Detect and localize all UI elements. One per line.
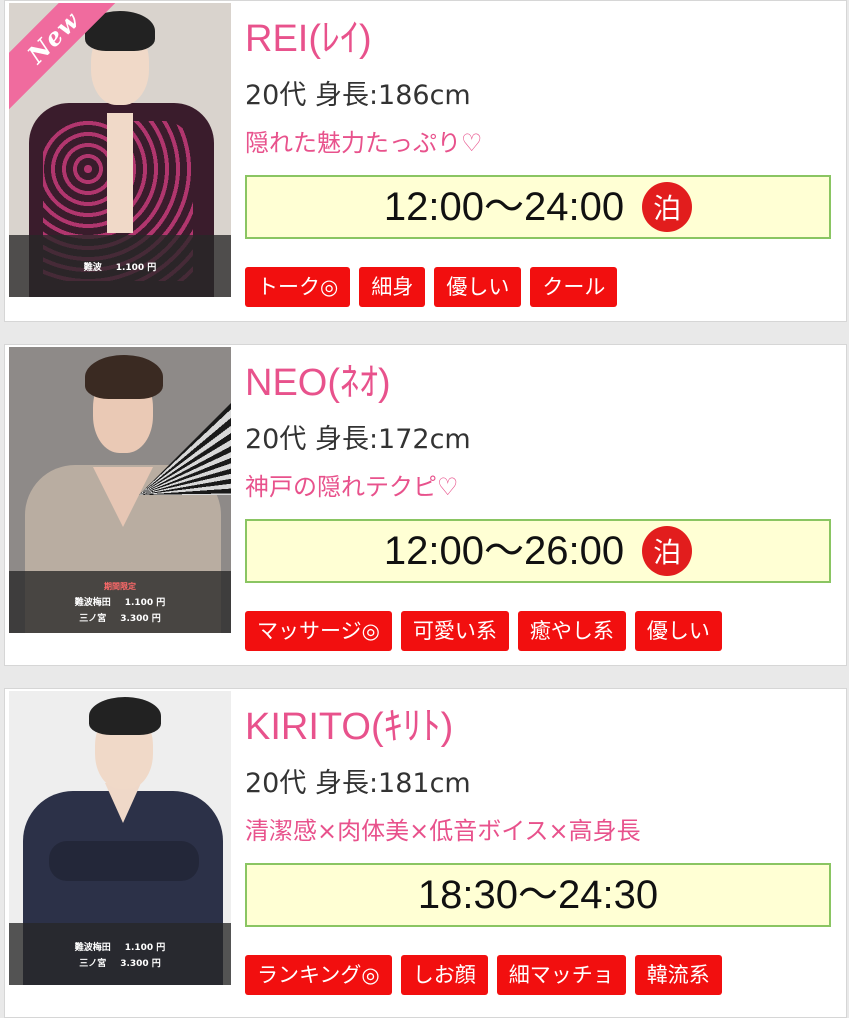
price-overlay: 難波 1.100 円 [9, 235, 231, 297]
tag-list: トーク◎ 細身 優しい クール [245, 267, 618, 307]
tag-list: マッサージ◎ 可愛い系 癒やし系 優しい [245, 611, 722, 651]
price-area: 三ノ宮 [79, 613, 107, 624]
work-hours: 12:00〜24:00 [383, 185, 625, 229]
price-value: 1.100 円 [124, 597, 166, 608]
price-value: 1.100 円 [115, 262, 157, 273]
cast-card[interactable]: 難波梅田 1.100 円 三ノ宮 3.300 円 KIRITO(ｷﾘﾄ) 20代… [4, 688, 847, 1018]
work-hours: 18:30〜24:30 [417, 873, 659, 917]
price-overlay: 難波梅田 1.100 円 三ノ宮 3.300 円 [9, 923, 231, 985]
tag[interactable]: 可愛い系 [400, 611, 509, 651]
tag[interactable]: トーク◎ [245, 267, 351, 307]
cast-card[interactable]: 期間限定 難波梅田 1.100 円 三ノ宮 3.300 円 NEO(ﾈｵ) 20… [4, 344, 847, 666]
cast-catchphrase: 神戸の隠れテクピ♡ [245, 473, 459, 501]
price-area: 難波梅田 [74, 942, 111, 953]
price-value: 3.300 円 [120, 958, 161, 969]
tag[interactable]: 優しい [434, 267, 522, 307]
cast-name[interactable]: KIRITO(ｷﾘﾄ) [245, 705, 453, 749]
price-row: 難波 1.100 円 [84, 260, 157, 273]
price-value: 1.100 円 [124, 942, 166, 953]
tag[interactable]: しお顔 [400, 955, 488, 995]
price-overlay: 期間限定 難波梅田 1.100 円 三ノ宮 3.300 円 [9, 571, 231, 633]
limited-label: 期間限定 [104, 581, 136, 591]
tag[interactable]: 韓流系 [634, 955, 722, 995]
price-area: 難波梅田 [74, 597, 111, 608]
cast-age-height: 20代 身長:181cm [245, 768, 471, 799]
hours-box: 12:00〜24:00 泊 [245, 175, 831, 239]
work-hours: 12:00〜26:00 [383, 529, 625, 573]
tag[interactable]: マッサージ◎ [245, 611, 392, 651]
hours-box: 18:30〜24:30 [245, 863, 831, 927]
price-area: 難波 [83, 262, 102, 273]
tag[interactable]: 細身 [359, 267, 426, 307]
price-row: 難波梅田 1.100 円 [75, 595, 166, 608]
tag[interactable]: 癒やし系 [517, 611, 626, 651]
cast-age-height: 20代 身長:186cm [245, 80, 471, 111]
price-row: 三ノ宮 3.300 円 [79, 956, 161, 969]
tag[interactable]: 細マッチョ [496, 955, 626, 995]
price-value: 3.300 円 [120, 613, 161, 624]
cast-photo[interactable]: New 難波 1.100 円 [9, 3, 231, 297]
stay-badge: 泊 [642, 526, 693, 576]
hours-box: 12:00〜26:00 泊 [245, 519, 831, 583]
hair-shape [85, 355, 163, 399]
cast-card[interactable]: New 難波 1.100 円 REI(ﾚｲ) 20代 身長:186cm 隠れた魅… [4, 0, 847, 322]
stay-badge: 泊 [642, 182, 693, 232]
hair-shape [89, 697, 161, 735]
crossed-arms-shape [49, 841, 199, 881]
chest-shape [107, 113, 133, 233]
tag[interactable]: クール [530, 267, 618, 307]
price-row: 難波梅田 1.100 円 [75, 940, 166, 953]
cast-catchphrase: 清潔感×肉体美×低音ボイス×高身長 [245, 817, 641, 845]
cast-age-height: 20代 身長:172cm [245, 424, 471, 455]
cast-photo[interactable]: 期間限定 難波梅田 1.100 円 三ノ宮 3.300 円 [9, 347, 231, 633]
cast-name[interactable]: REI(ﾚｲ) [245, 17, 372, 61]
cast-catchphrase: 隠れた魅力たっぷり♡ [245, 129, 483, 157]
tag[interactable]: 優しい [634, 611, 722, 651]
cast-photo[interactable]: 難波梅田 1.100 円 三ノ宮 3.300 円 [9, 691, 231, 985]
cast-name[interactable]: NEO(ﾈｵ) [245, 361, 391, 405]
price-row: 三ノ宮 3.300 円 [79, 611, 161, 624]
tag-list: ランキング◎ しお顔 細マッチョ 韓流系 [245, 955, 722, 995]
price-area: 三ノ宮 [79, 958, 107, 969]
tag[interactable]: ランキング◎ [245, 955, 392, 995]
